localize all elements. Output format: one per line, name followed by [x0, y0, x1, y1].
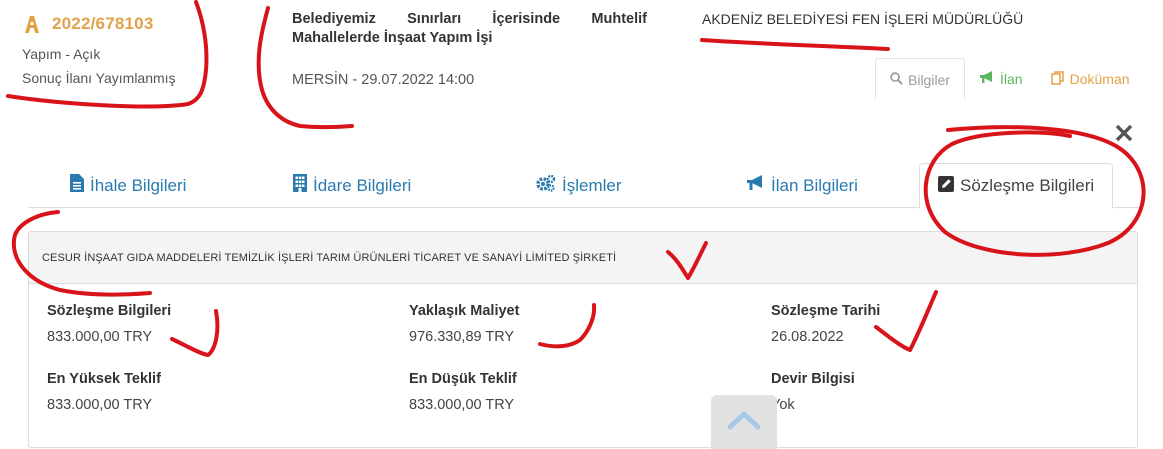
- detail-tabs: İhale Bilgileri İdare Bilgileri İşlemler…: [28, 163, 1141, 209]
- field-value: 26.08.2022: [771, 329, 844, 345]
- field-sozlesme-bedeli: Sözleşme Bilgileri 833.000,00 TRY: [47, 303, 171, 345]
- tender-title: Belediyemiz Sınırları İçerisinde Muhteli…: [292, 11, 647, 46]
- field-devir-bilgisi: Devir Bilgisi Yok: [771, 371, 855, 413]
- field-label: En Düşük Teklif: [409, 371, 517, 387]
- organization-name: AKDENİZ BELEDİYESİ FEN İŞLERİ MÜDÜRLÜĞÜ: [702, 11, 1024, 27]
- tab-idare-bilgileri[interactable]: İdare Bilgileri: [293, 163, 411, 208]
- bullhorn-icon: [746, 175, 765, 196]
- construction-icon: [22, 14, 42, 34]
- ilan-label: İlan: [1000, 71, 1023, 87]
- field-label: Yaklaşık Maliyet: [409, 303, 520, 319]
- tab-islemler[interactable]: İşlemler: [536, 163, 622, 208]
- field-label: En Yüksek Teklif: [47, 371, 161, 387]
- scroll-top-button[interactable]: [711, 395, 777, 449]
- bullhorn-icon: [979, 71, 995, 87]
- tender-type: Yapım - Açık: [22, 46, 101, 62]
- tab-ihale-bilgileri[interactable]: İhale Bilgileri: [70, 163, 186, 208]
- contractor-name: CESUR İNŞAAT GIDA MADDELERİ TEMİZLİK İŞL…: [29, 232, 1137, 284]
- close-icon: [1113, 124, 1135, 148]
- field-yaklasik-maliyet: Yaklaşık Maliyet 976.330,89 TRY: [409, 303, 519, 345]
- tender-status: Sonuç İlanı Yayımlanmış: [22, 70, 176, 86]
- copy-icon: [1050, 70, 1065, 88]
- tender-title-block: Belediyemiz Sınırları İçerisinde Muhteli…: [292, 10, 647, 88]
- tab-sozlesme-bilgileri[interactable]: Sözleşme Bilgileri: [919, 163, 1114, 209]
- field-en-dusuk-teklif: En Düşük Teklif 833.000,00 TRY: [409, 371, 517, 413]
- tab-islemler-label: İşlemler: [562, 175, 622, 195]
- tab-ihale-label: İhale Bilgileri: [90, 175, 187, 195]
- contract-panel: CESUR İNŞAAT GIDA MADDELERİ TEMİZLİK İŞL…: [28, 231, 1138, 448]
- place-date: MERSİN - 29.07.2022 14:00: [292, 72, 475, 88]
- chevron-up-icon: [727, 410, 761, 435]
- ikn-row: 2022/678103: [22, 14, 222, 34]
- field-value: Yok: [771, 397, 795, 413]
- bilgiler-button[interactable]: Bilgiler: [875, 58, 966, 100]
- search-icon: [890, 71, 903, 88]
- field-label: Sözleşme Tarihi: [771, 303, 881, 319]
- dokuman-label: Doküman: [1069, 71, 1130, 87]
- building-icon: [293, 174, 307, 197]
- field-value: 833.000,00 TRY: [47, 397, 153, 413]
- tab-idare-label: İdare Bilgileri: [313, 175, 412, 195]
- field-en-yuksek-teklif: En Yüksek Teklif 833.000,00 TRY: [47, 371, 161, 413]
- gears-icon: [536, 174, 556, 197]
- file-text-icon: [70, 174, 84, 197]
- field-value: 976.330,89 TRY: [409, 329, 515, 345]
- ilan-button[interactable]: İlan: [965, 58, 1037, 100]
- annotation-underline-org: [700, 38, 890, 51]
- field-value: 833.000,00 TRY: [47, 329, 153, 345]
- field-sozlesme-tarihi: Sözleşme Tarihi 26.08.2022: [771, 303, 880, 345]
- tender-summary: 2022/678103 Yapım - Açık Sonuç İlanı Yay…: [22, 14, 222, 86]
- tab-ilan-label: İlan Bilgileri: [771, 175, 858, 195]
- ikn-number: 2022/678103: [52, 14, 154, 33]
- tab-sozlesme-label: Sözleşme Bilgileri: [960, 176, 1095, 195]
- dokuman-button[interactable]: Doküman: [1037, 58, 1144, 100]
- close-button[interactable]: [1113, 122, 1135, 144]
- field-value: 833.000,00 TRY: [409, 397, 515, 413]
- field-label: Devir Bilgisi: [771, 371, 855, 387]
- bilgiler-label: Bilgiler: [908, 71, 951, 88]
- detail-actions: Bilgiler İlan Doküman: [875, 58, 1144, 100]
- field-label: Sözleşme Bilgileri: [47, 303, 172, 319]
- tab-ilan-bilgileri[interactable]: İlan Bilgileri: [746, 163, 858, 208]
- edit-square-icon: [938, 175, 954, 197]
